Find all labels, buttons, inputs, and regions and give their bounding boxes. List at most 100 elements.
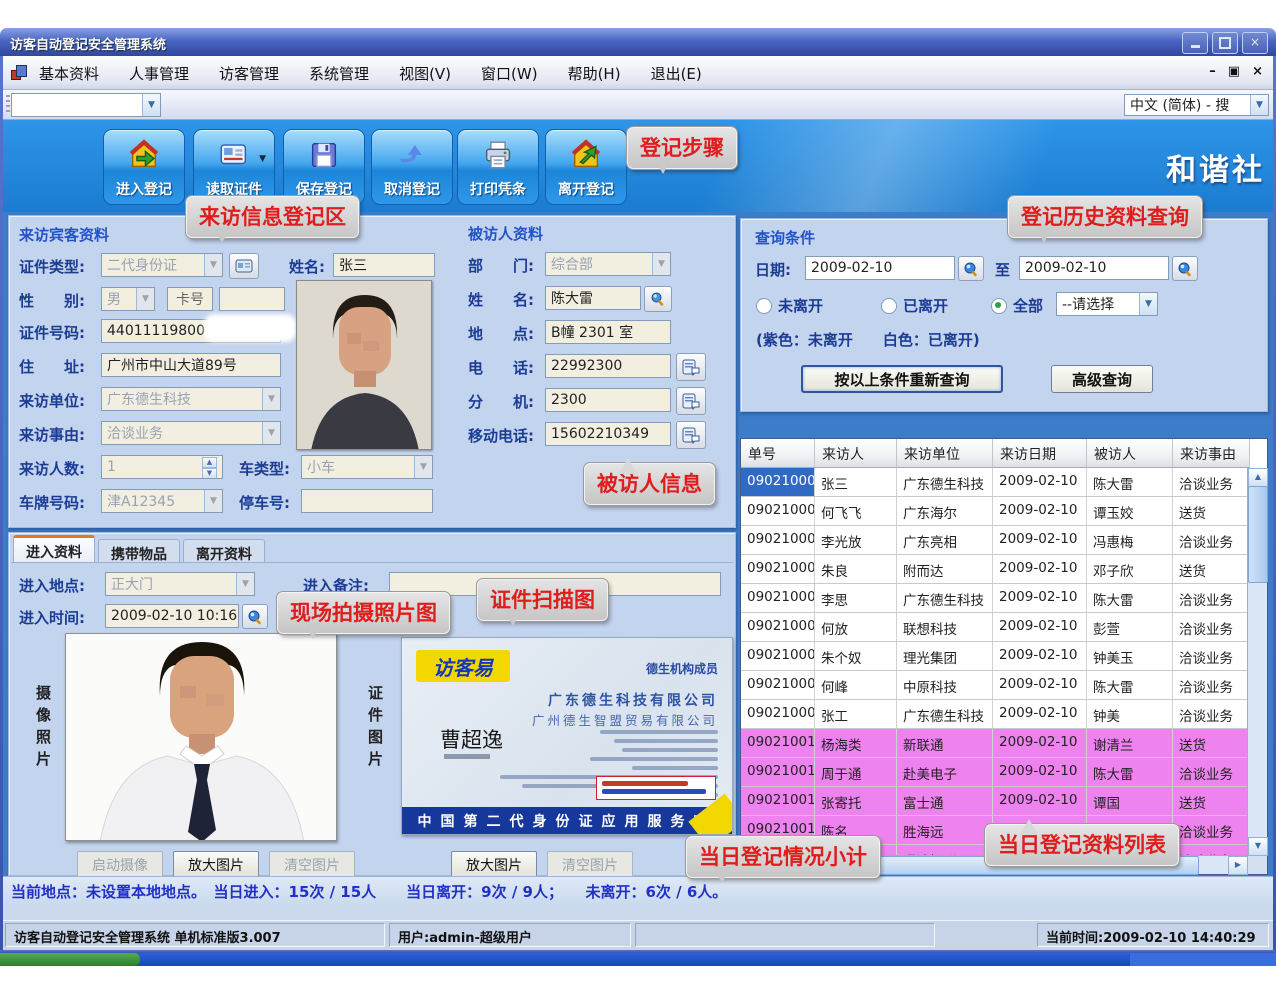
- mdi-minimize-button[interactable]: –: [1209, 64, 1216, 79]
- tab-2[interactable]: 离开资料: [183, 539, 265, 562]
- scroll-up-icon[interactable]: ▲: [1248, 468, 1268, 487]
- table-cell[interactable]: 2009-02-10: [993, 584, 1087, 613]
- table-row[interactable]: 090210012张寄托富士通2009-02-10谭国送货: [741, 787, 1267, 816]
- table-cell[interactable]: 090210001: [741, 468, 815, 497]
- date-to-input[interactable]: 2009-02-10: [1019, 256, 1169, 280]
- start-button-fragment[interactable]: [0, 953, 140, 966]
- window-minimize-button[interactable]: [1182, 32, 1208, 54]
- table-row[interactable]: 090210001张三广东德生科技2009-02-10陈大雷洽谈业务: [741, 468, 1267, 497]
- radio-all[interactable]: 全部: [991, 295, 1043, 316]
- table-cell[interactable]: 胜海远: [897, 816, 993, 845]
- address-input[interactable]: 广州市中山大道89号: [101, 353, 281, 377]
- table-cell[interactable]: 何飞飞: [815, 497, 897, 526]
- table-header-cell[interactable]: 单号: [741, 439, 815, 468]
- photo-button[interactable]: 清空图片: [547, 851, 633, 878]
- table-cell[interactable]: 2009-02-10: [993, 468, 1087, 497]
- table-cell[interactable]: 赴美电子: [897, 758, 993, 787]
- window-close-button[interactable]: ×: [1242, 32, 1268, 54]
- toolbar-button-save[interactable]: 保存登记: [283, 129, 365, 205]
- table-cell[interactable]: 090210012: [741, 787, 815, 816]
- table-header-cell[interactable]: 来访单位: [897, 439, 993, 468]
- table-cell[interactable]: 洽谈业务: [1173, 613, 1250, 642]
- table-cell[interactable]: 090210002: [741, 497, 815, 526]
- scroll-down-icon[interactable]: ▼: [1248, 837, 1268, 856]
- table-cell[interactable]: 广东德生科技: [897, 584, 993, 613]
- entry-location-select[interactable]: 正大门▼: [105, 572, 255, 596]
- table-cell[interactable]: 广东德生科技: [897, 700, 993, 729]
- table-cell[interactable]: 谢清兰: [1087, 729, 1173, 758]
- table-cell[interactable]: 2009-02-10: [993, 671, 1087, 700]
- query-type-select[interactable]: --请选择▼: [1056, 292, 1158, 316]
- mdi-close-button[interactable]: ×: [1252, 64, 1263, 79]
- requery-button[interactable]: 按以上条件重新查询: [801, 365, 1003, 393]
- table-cell[interactable]: 洽谈业务: [1173, 526, 1250, 555]
- table-row[interactable]: 090210005李思广东德生科技2009-02-10陈大雷洽谈业务: [741, 584, 1267, 613]
- table-cell[interactable]: 附而达: [897, 555, 993, 584]
- table-cell[interactable]: 洽谈业务: [1173, 468, 1250, 497]
- window-titlebar[interactable]: 访客自动登记安全管理系统 ×: [0, 28, 1276, 56]
- table-cell[interactable]: 钟美: [1087, 700, 1173, 729]
- table-row[interactable]: 090210002何飞飞广东海尔2009-02-10谭玉姣送货: [741, 497, 1267, 526]
- table-cell[interactable]: 090210011: [741, 758, 815, 787]
- table-cell[interactable]: 2009-02-10: [993, 613, 1087, 642]
- card-reader-button[interactable]: [229, 253, 259, 279]
- table-cell[interactable]: 陈大雷: [1087, 671, 1173, 700]
- menu-item-2[interactable]: 访客管理: [219, 63, 279, 84]
- call-notify-button[interactable]: [676, 421, 706, 449]
- tab-1[interactable]: 携带物品: [98, 539, 180, 562]
- gender-select[interactable]: 男▼: [101, 287, 155, 311]
- table-row[interactable]: 090210004朱良附而达2009-02-10邓子欣送货: [741, 555, 1267, 584]
- table-cell[interactable]: 钟美玉: [1087, 642, 1173, 671]
- date-from-picker-button[interactable]: [958, 256, 984, 281]
- card-no-input[interactable]: [219, 287, 285, 311]
- table-cell[interactable]: 送货: [1173, 729, 1250, 758]
- toolbar-button-print[interactable]: 打印凭条: [457, 129, 539, 205]
- call-notify-button[interactable]: [676, 353, 706, 381]
- table-cell[interactable]: 广东亮相: [897, 526, 993, 555]
- table-cell[interactable]: 陈大雷: [1087, 758, 1173, 787]
- table-cell[interactable]: 李光放: [815, 526, 897, 555]
- advanced-query-button[interactable]: 高级查询: [1051, 365, 1153, 393]
- toolbar-button-leave[interactable]: 离开登记: [545, 129, 627, 205]
- table-cell[interactable]: 何峰: [815, 671, 897, 700]
- language-selector[interactable]: 中文 (简体) - 搜 ▼: [1124, 94, 1269, 116]
- menu-item-4[interactable]: 视图(V): [399, 63, 451, 84]
- table-cell[interactable]: 理光集团: [897, 642, 993, 671]
- table-cell[interactable]: 彭萱: [1087, 613, 1173, 642]
- visitor-name-input[interactable]: 张三: [333, 253, 435, 277]
- mobile-input[interactable]: 15602210349: [545, 422, 671, 446]
- photo-button[interactable]: 清空图片: [269, 851, 355, 878]
- table-header-cell[interactable]: 被访人: [1087, 439, 1173, 468]
- dept-select[interactable]: 综合部▼: [545, 252, 671, 276]
- table-cell[interactable]: 谭玉姣: [1087, 497, 1173, 526]
- table-cell[interactable]: 2009-02-10: [993, 729, 1087, 758]
- vehicle-type-select[interactable]: 小车▼: [301, 455, 433, 479]
- table-header-cell[interactable]: 来访事由: [1173, 439, 1250, 468]
- interviewee-name-input[interactable]: 陈大雷: [545, 286, 641, 310]
- count-stepper[interactable]: 1 ▲▼: [101, 455, 223, 479]
- table-cell[interactable]: 新联通: [897, 729, 993, 758]
- date-from-input[interactable]: 2009-02-10: [805, 256, 955, 280]
- table-cell[interactable]: 2009-02-10: [993, 642, 1087, 671]
- radio-left[interactable]: 已离开: [881, 295, 948, 316]
- ext-input[interactable]: 2300: [545, 388, 671, 412]
- table-cell[interactable]: 2009-02-10: [993, 787, 1087, 816]
- menu-item-0[interactable]: 基本资料: [39, 63, 99, 84]
- toolbar-grip[interactable]: [6, 95, 10, 115]
- photo-button[interactable]: 放大图片: [451, 851, 537, 878]
- table-row[interactable]: 090210009张工广东德生科技2009-02-10钟美洽谈业务: [741, 700, 1267, 729]
- table-cell[interactable]: 邓子欣: [1087, 555, 1173, 584]
- table-cell[interactable]: 2009-02-10: [993, 700, 1087, 729]
- menu-item-3[interactable]: 系统管理: [309, 63, 369, 84]
- photo-button[interactable]: 启动摄像: [77, 851, 163, 878]
- parking-input[interactable]: [301, 489, 433, 513]
- table-cell[interactable]: 中原科技: [897, 671, 993, 700]
- scroll-right-icon[interactable]: ▶: [1228, 856, 1248, 875]
- table-cell[interactable]: 洽谈业务: [1173, 584, 1250, 613]
- table-cell[interactable]: 朱良: [815, 555, 897, 584]
- table-cell[interactable]: 洽谈业务: [1173, 671, 1250, 700]
- table-row[interactable]: 090210008何峰中原科技2009-02-10陈大雷洽谈业务: [741, 671, 1267, 700]
- table-row[interactable]: 090210010杨海类新联通2009-02-10谢清兰送货: [741, 729, 1267, 758]
- table-cell[interactable]: 送货: [1173, 497, 1250, 526]
- table-cell[interactable]: 广东海尔: [897, 497, 993, 526]
